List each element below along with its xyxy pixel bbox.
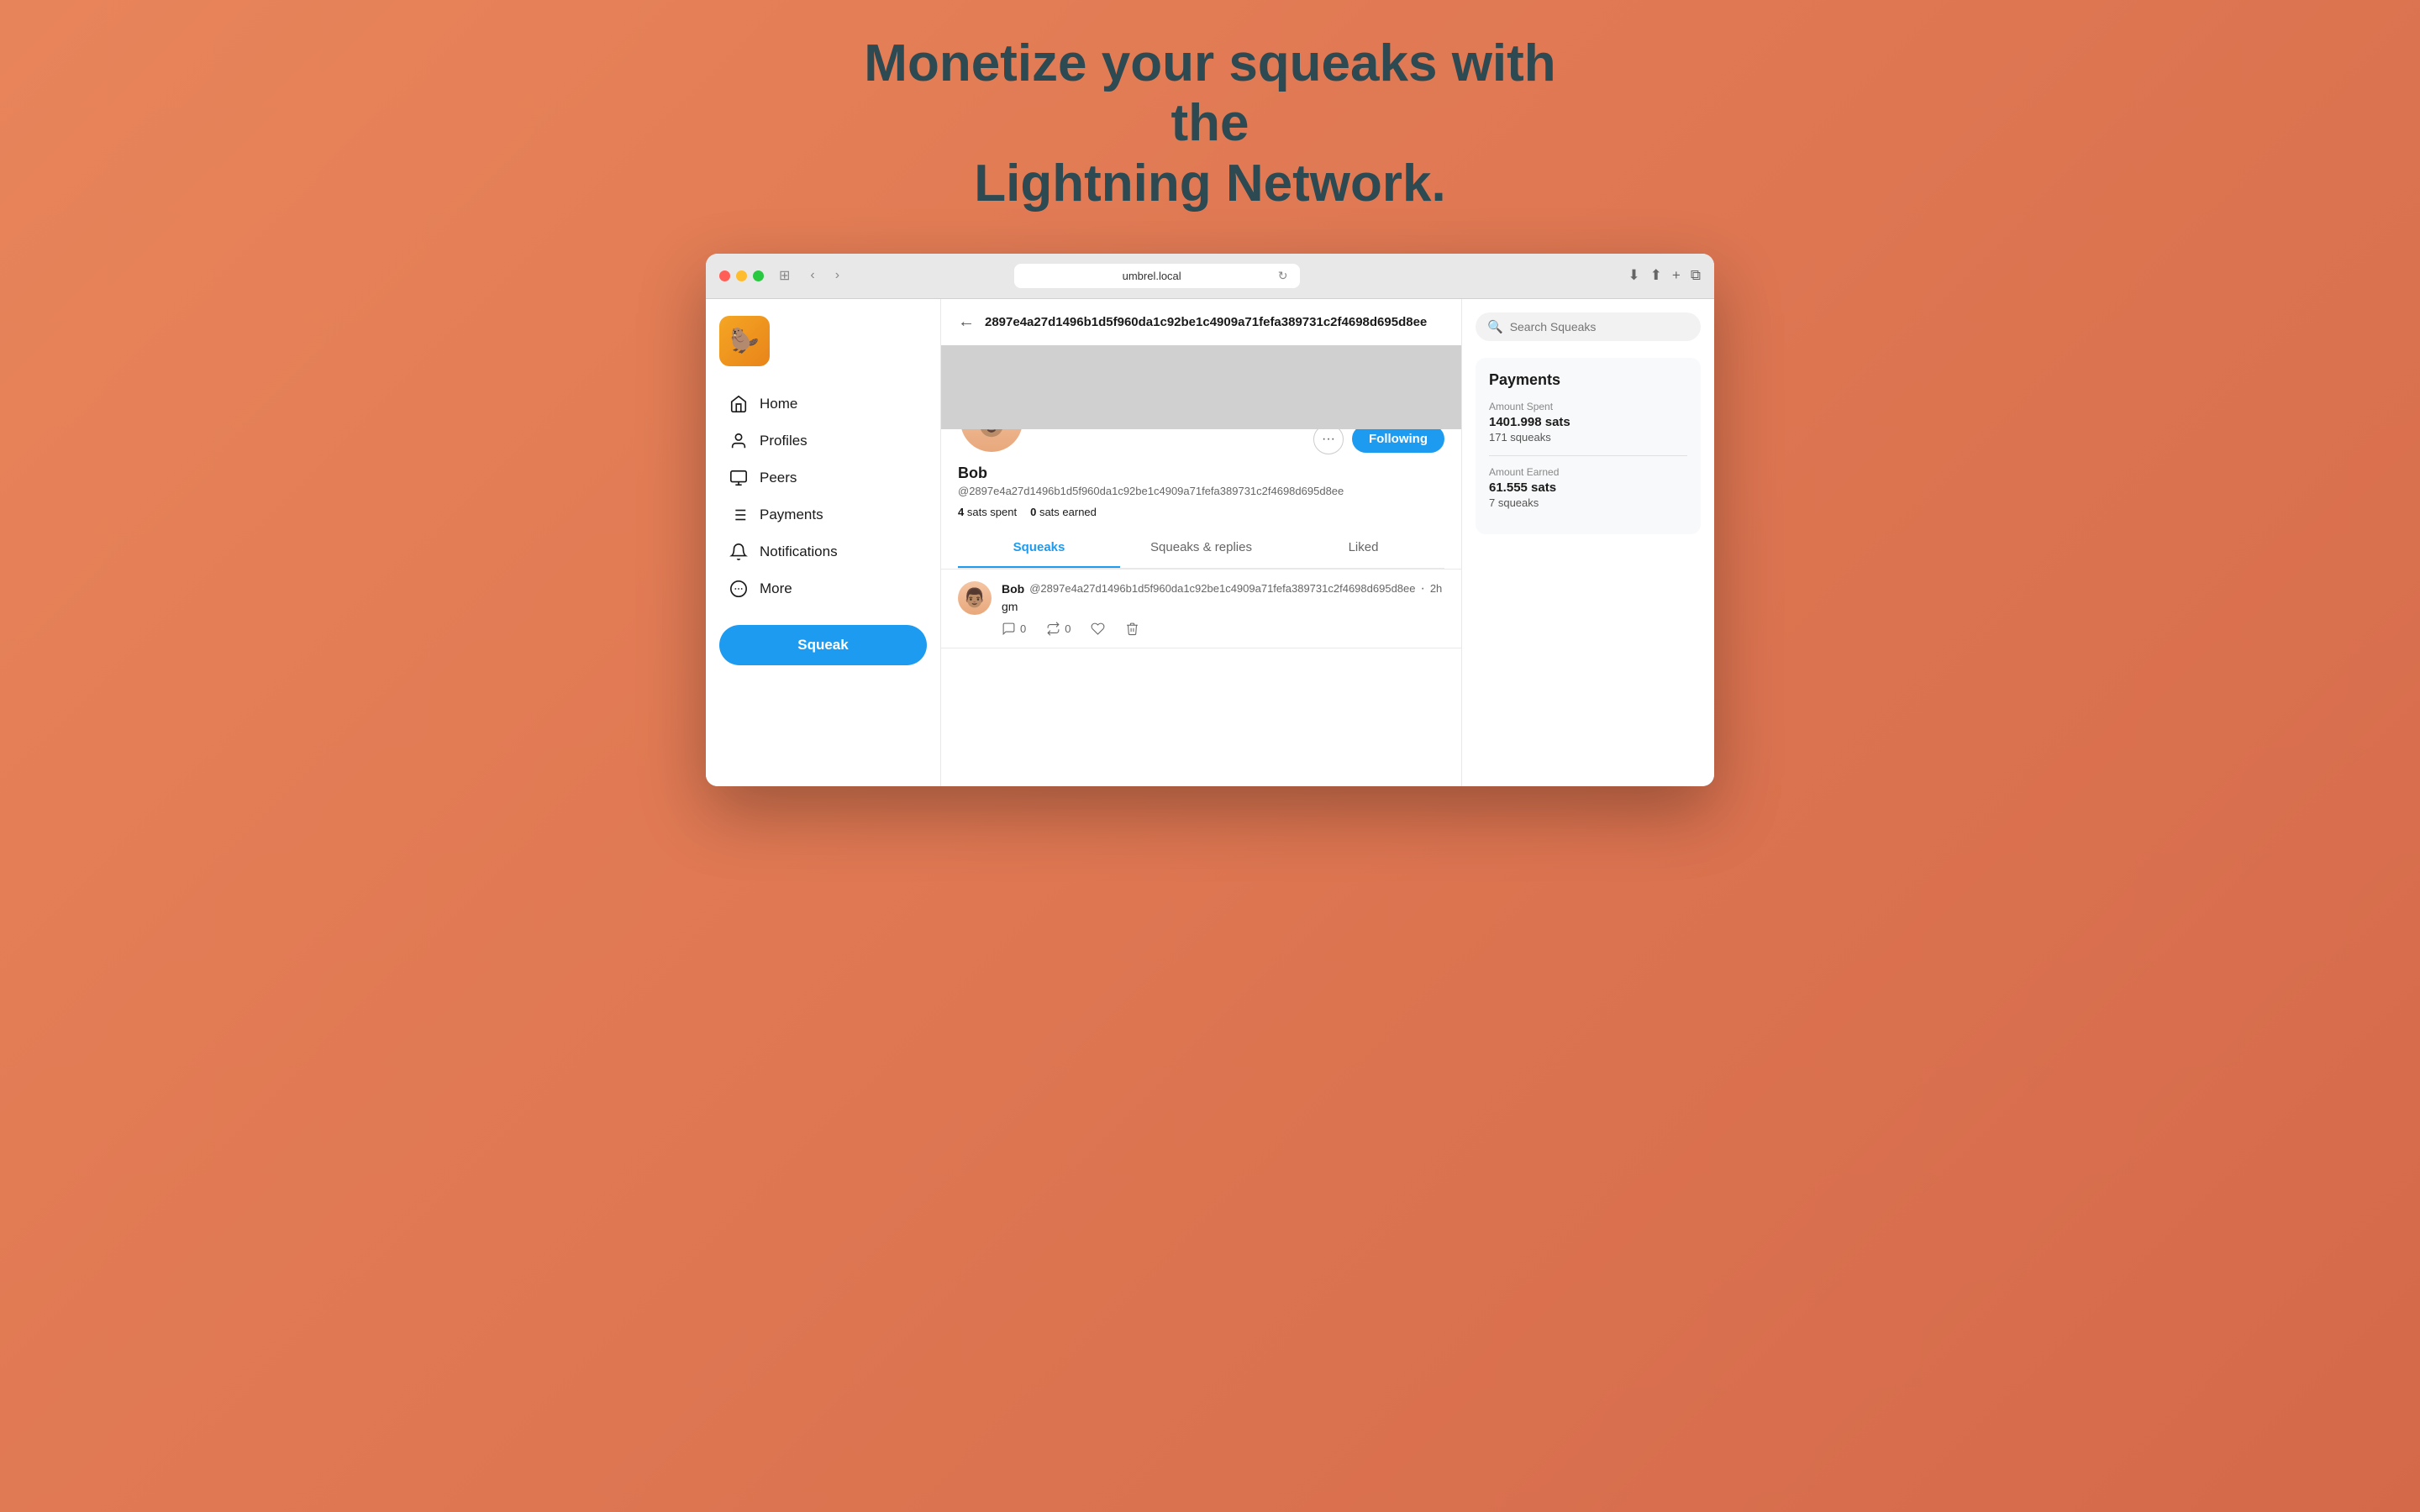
main-content: ← 2897e4a27d1496b1d5f960da1c92be1c4909a7… (941, 299, 1462, 786)
back-row: ← 2897e4a27d1496b1d5f960da1c92be1c4909a7… (958, 312, 1444, 332)
sidebar: 🦫 Home Profiles Peers (706, 299, 941, 786)
tabs-button[interactable]: ⧉ (1691, 267, 1701, 284)
like-action[interactable] (1091, 622, 1105, 636)
tab-liked[interactable]: Liked (1282, 528, 1444, 568)
amount-earned-value: 61.555 sats (1489, 480, 1687, 495)
sats-earned-stat: 0 sats earned (1030, 506, 1097, 518)
pubkey-text: 2897e4a27d1496b1d5f960da1c92be1c4909a71f… (985, 313, 1427, 331)
squeak-actions: 0 0 (1002, 622, 1444, 636)
earned-squeaks-count: 7 squeaks (1489, 496, 1687, 509)
right-panel: 🔍 Payments Amount Spent 1401.998 sats 17… (1462, 299, 1714, 786)
profile-stats: 4 sats spent 0 sats earned (958, 506, 1444, 518)
more-circle-icon (729, 580, 748, 598)
sats-spent-stat: 4 sats spent (958, 506, 1017, 518)
retweet-action[interactable]: 0 (1046, 622, 1071, 636)
sidebar-item-profiles[interactable]: Profiles (719, 423, 927, 459)
app-logo: 🦫 (719, 316, 770, 366)
profile-name: Bob (958, 465, 1444, 482)
spent-squeaks-count: 171 squeaks (1489, 431, 1687, 444)
amount-spent-label: Amount Spent (1489, 401, 1687, 412)
sidebar-item-profiles-label: Profiles (760, 433, 808, 449)
search-bar[interactable]: 🔍 (1476, 312, 1701, 341)
home-icon (729, 395, 748, 413)
payments-card: Payments Amount Spent 1401.998 sats 171 … (1476, 358, 1701, 534)
headline-line1: Monetize your squeaks with the (864, 34, 1555, 152)
browser-window: ⊞ ‹ › umbrel.local ↻ ⬇ ⬆ + ⧉ 🦫 Home (706, 254, 1714, 786)
sidebar-toggle-button[interactable]: ⊞ (774, 265, 795, 286)
squeak-author: Bob (1002, 582, 1024, 596)
sidebar-item-payments-label: Payments (760, 507, 823, 523)
sidebar-item-peers[interactable]: Peers (719, 460, 927, 496)
profile-handle: @2897e4a27d1496b1d5f960da1c92be1c4909a71… (958, 485, 1444, 497)
amount-spent-value: 1401.998 sats (1489, 415, 1687, 429)
payments-title: Payments (1489, 371, 1687, 389)
address-bar[interactable]: umbrel.local ↻ (1014, 264, 1300, 288)
minimize-button[interactable] (736, 270, 747, 281)
profile-info: Bob @2897e4a27d1496b1d5f960da1c92be1c490… (958, 465, 1444, 528)
reply-icon (1002, 622, 1016, 636)
delete-action[interactable] (1125, 622, 1139, 636)
sidebar-item-notifications-label: Notifications (760, 543, 838, 560)
sidebar-item-more-label: More (760, 580, 792, 597)
amount-earned-label: Amount Earned (1489, 466, 1687, 478)
new-tab-button[interactable]: + (1672, 267, 1681, 284)
amount-earned-section: Amount Earned 61.555 sats 7 squeaks (1489, 466, 1687, 509)
url-text: umbrel.local (1026, 270, 1278, 282)
retweet-count: 0 (1065, 622, 1071, 635)
app-layout: 🦫 Home Profiles Peers (706, 299, 1714, 786)
close-button[interactable] (719, 270, 730, 281)
squeak-meta: Bob @2897e4a27d1496b1d5f960da1c92be1c490… (1002, 581, 1444, 596)
search-icon: 🔍 (1487, 319, 1503, 334)
squeak-avatar: 👨🏽 (958, 581, 992, 615)
list-icon (729, 506, 748, 524)
back-navigation-button[interactable]: ← (958, 312, 975, 332)
sidebar-item-home-label: Home (760, 396, 797, 412)
following-button[interactable]: Following (1352, 425, 1444, 453)
reload-button[interactable]: ↻ (1278, 269, 1288, 283)
download-button[interactable]: ⬇ (1628, 267, 1639, 284)
traffic-lights (719, 270, 764, 281)
payments-divider (1489, 455, 1687, 456)
reply-action[interactable]: 0 (1002, 622, 1026, 636)
monitor-icon (729, 469, 748, 487)
bell-icon (729, 543, 748, 561)
headline-line2: Lightning Network. (974, 155, 1445, 213)
headline: Monetize your squeaks with the Lightning… (832, 34, 1588, 213)
forward-button[interactable]: › (830, 266, 844, 285)
squeak-text: gm (1002, 600, 1444, 613)
retweet-icon (1046, 622, 1060, 636)
back-button[interactable]: ‹ (805, 266, 819, 285)
sidebar-item-peers-label: Peers (760, 470, 797, 486)
sidebar-item-more[interactable]: More (719, 571, 927, 606)
heart-icon (1091, 622, 1105, 636)
squeak-item: 👨🏽 Bob @2897e4a27d1496b1d5f960da1c92be1c… (941, 570, 1461, 648)
amount-spent-section: Amount Spent 1401.998 sats 171 squeaks (1489, 401, 1687, 444)
sats-earned-value: 0 (1030, 506, 1036, 518)
search-input[interactable] (1510, 320, 1689, 333)
profile-tabs: Squeaks Squeaks & replies Liked (958, 528, 1444, 569)
sidebar-item-payments[interactable]: Payments (719, 497, 927, 533)
squeak-body: Bob @2897e4a27d1496b1d5f960da1c92be1c490… (1002, 581, 1444, 636)
user-icon (729, 432, 748, 450)
profile-banner (941, 345, 1461, 429)
fullscreen-button[interactable] (753, 270, 764, 281)
tab-squeaks-replies[interactable]: Squeaks & replies (1120, 528, 1282, 568)
squeak-list: 👨🏽 Bob @2897e4a27d1496b1d5f960da1c92be1c… (941, 570, 1461, 648)
squeak-time: 2h (1430, 582, 1442, 595)
tab-squeaks[interactable]: Squeaks (958, 528, 1120, 568)
sats-spent-value: 4 (958, 506, 964, 518)
sidebar-item-home[interactable]: Home (719, 386, 927, 422)
squeak-button[interactable]: Squeak (719, 625, 927, 665)
squeak-avatar-image: 👨🏽 (958, 581, 992, 615)
share-button[interactable]: ⬆ (1650, 267, 1662, 284)
browser-chrome: ⊞ ‹ › umbrel.local ↻ ⬇ ⬆ + ⧉ (706, 254, 1714, 299)
browser-actions: ⬇ ⬆ + ⧉ (1628, 267, 1701, 284)
squeak-handle: @2897e4a27d1496b1d5f960da1c92be1c4909a71… (1029, 582, 1415, 595)
reply-count: 0 (1020, 622, 1026, 635)
trash-icon (1125, 622, 1139, 636)
profile-header: ← 2897e4a27d1496b1d5f960da1c92be1c4909a7… (941, 299, 1461, 570)
sidebar-item-notifications[interactable]: Notifications (719, 534, 927, 570)
